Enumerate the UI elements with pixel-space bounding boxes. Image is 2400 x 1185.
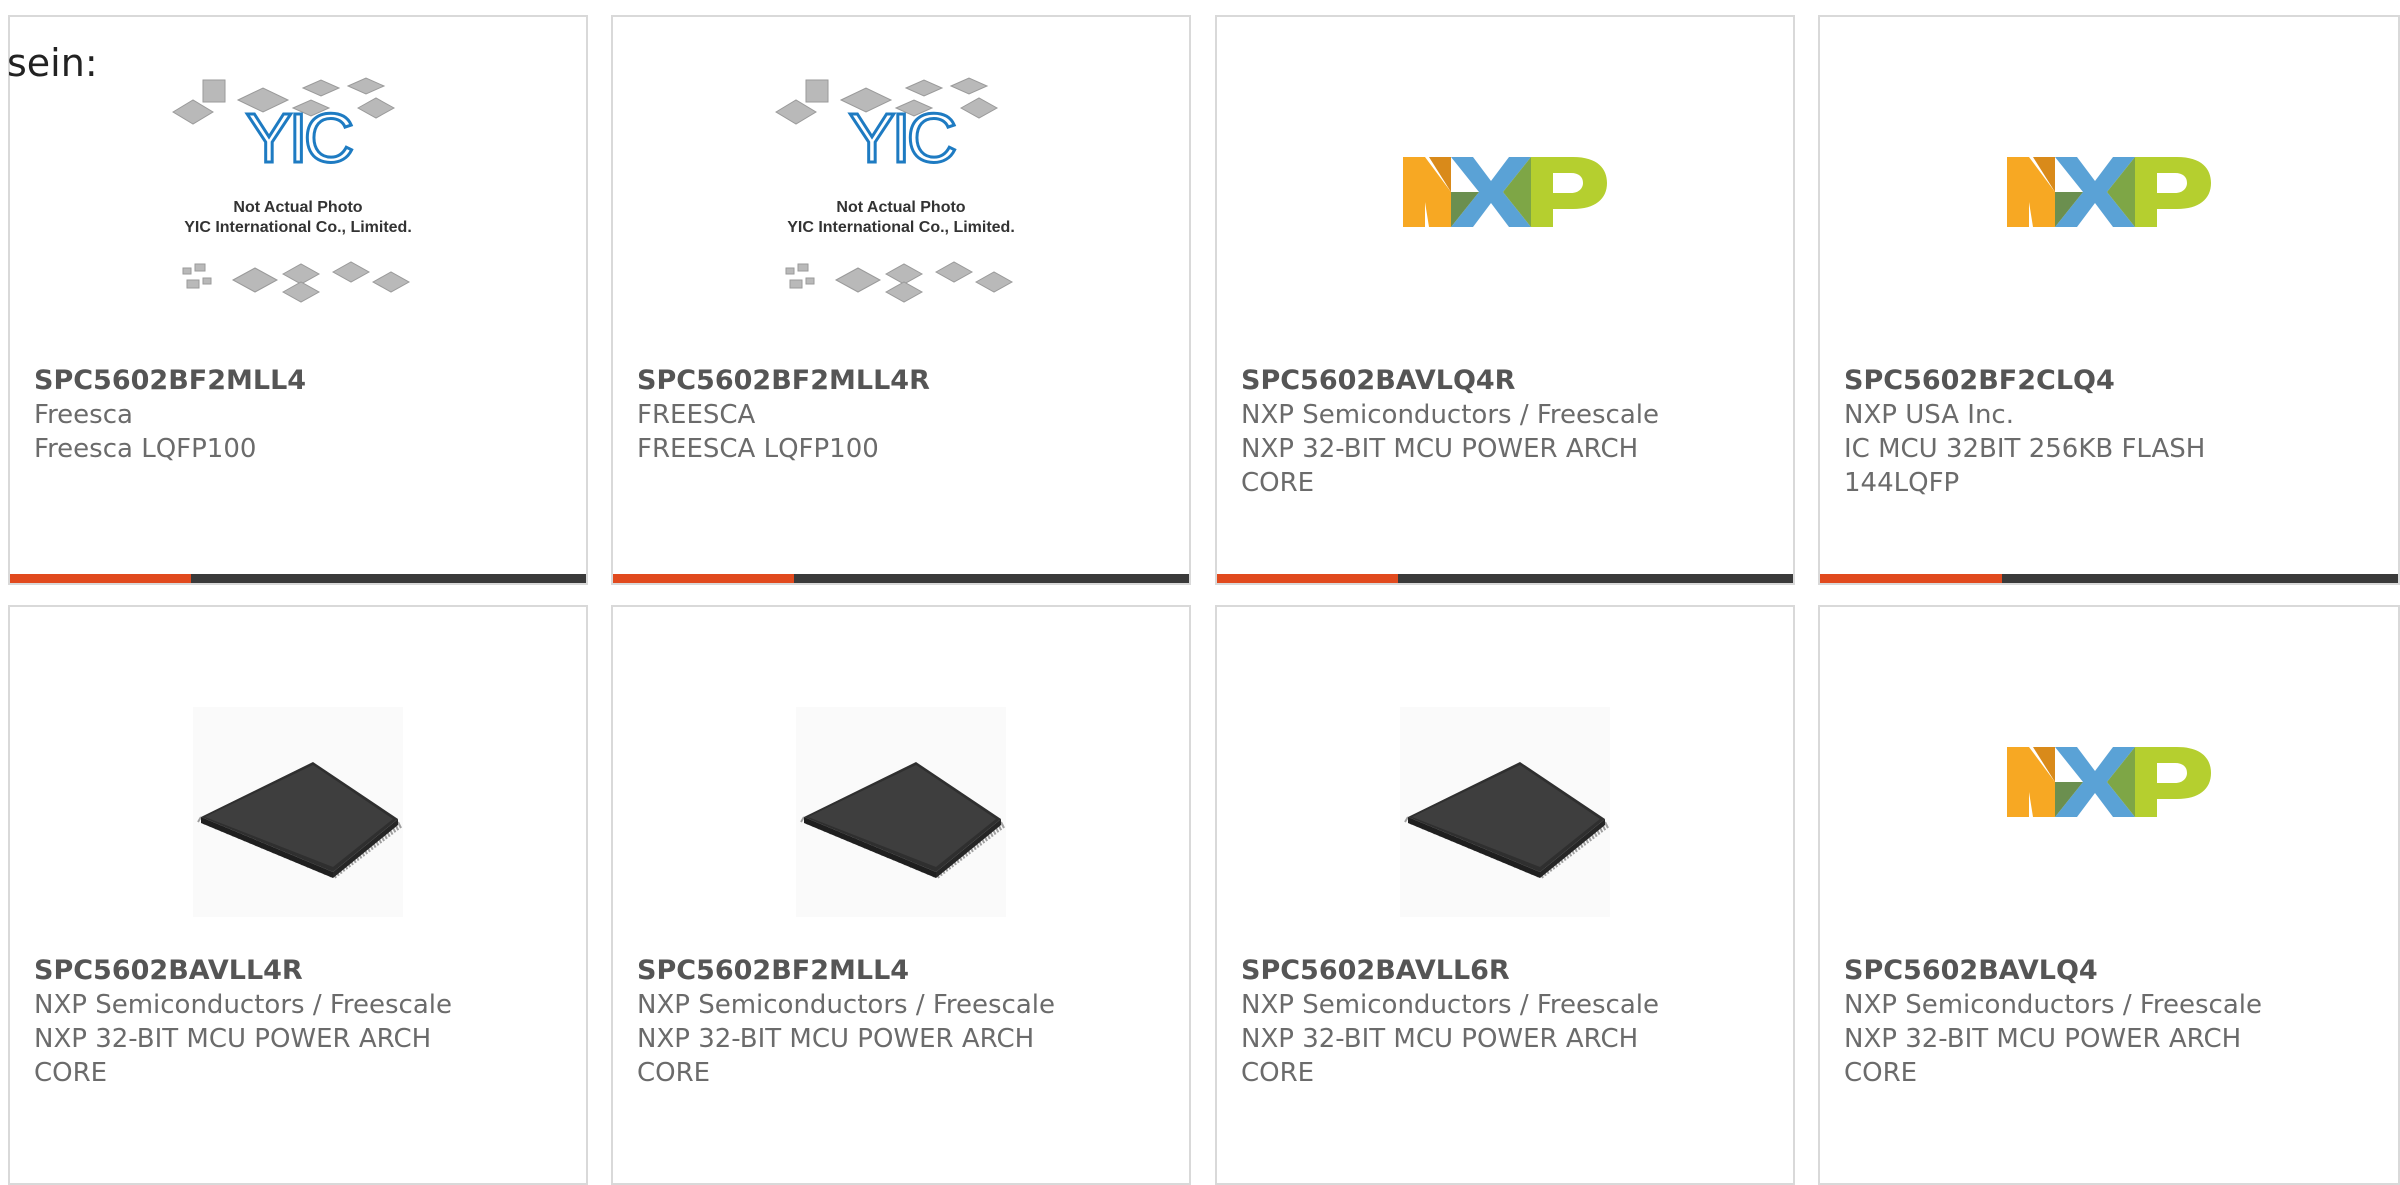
manufacturer-text: NXP Semiconductors / Freescale: [1241, 990, 1660, 1020]
product-card[interactable]: SPC5602BAVLL6R NXP Semiconductors / Free…: [1215, 605, 1795, 1185]
product-image[interactable]: [1217, 17, 1793, 367]
manufacturer-text: NXP Semiconductors / Freescale: [34, 990, 453, 1020]
description-text: NXP 32-BIT MCU POWER ARCH CORE: [34, 1024, 432, 1088]
manufacturer-text: Freesca: [34, 400, 133, 430]
manufacturer-text: NXP Semiconductors / Freescale: [637, 990, 1056, 1020]
manufacturer-text: NXP USA Inc.: [1844, 400, 2014, 430]
product-card[interactable]: SPC5602BAVLQ4 NXP Semiconductors / Frees…: [1818, 605, 2400, 1185]
product-grid: YIC Not Actual Photo YIC International C…: [0, 0, 2400, 1185]
nxp-logo-icon: [1403, 157, 1607, 227]
product-image[interactable]: YIC Not Actual Photo YIC International C…: [613, 17, 1189, 367]
product-card[interactable]: YIC Not Actual Photo YIC International C…: [611, 15, 1191, 585]
manufacturer-text: NXP Semiconductors / Freescale: [1241, 400, 1660, 430]
card-accent: [10, 574, 192, 583]
product-card[interactable]: SPC5602BAVLL4R NXP Semiconductors / Free…: [8, 605, 588, 1185]
nxp-logo-icon: [2007, 157, 2211, 227]
lqfp-chip-icon: [193, 707, 403, 917]
yic-caption-line1: Not Actual Photo: [836, 199, 965, 216]
yic-caption-line2: YIC International Co., Limited.: [787, 219, 1015, 236]
manufacturer-text: NXP Semiconductors / Freescale: [1844, 990, 2263, 1020]
card-progress-bar: [1217, 574, 1793, 583]
product-card[interactable]: YIC Not Actual Photo YIC International C…: [8, 15, 588, 585]
intro-text: sein:: [7, 41, 98, 85]
description-text: NXP 32-BIT MCU POWER ARCH CORE: [1844, 1024, 2242, 1088]
part-number-link[interactable]: SPC5602BF2CLQ4: [1844, 364, 2378, 398]
product-card[interactable]: SPC5602BAVLQ4R NXP Semiconductors / Free…: [1215, 15, 1795, 585]
part-number-link[interactable]: SPC5602BAVLL4R: [34, 954, 566, 988]
yic-caption-line1: Not Actual Photo: [233, 199, 362, 216]
product-card[interactable]: SPC5602BF2CLQ4 NXP USA Inc. IC MCU 32BIT…: [1818, 15, 2400, 585]
card-progress-bar: [10, 574, 586, 583]
card-accent: [1820, 574, 2003, 583]
card-accent: [613, 574, 795, 583]
nxp-logo-icon: [2007, 747, 2211, 817]
product-image[interactable]: [1217, 667, 1793, 957]
card-accent: [1217, 574, 1399, 583]
lqfp-chip-icon: [1400, 707, 1610, 917]
part-number-link[interactable]: SPC5602BF2MLL4R: [637, 364, 1169, 398]
description-text: NXP 32-BIT MCU POWER ARCH CORE: [637, 1024, 1035, 1088]
svg-text:YIC: YIC: [246, 99, 352, 177]
part-number-link[interactable]: SPC5602BF2MLL4: [637, 954, 1169, 988]
product-card[interactable]: SPC5602BF2MLL4 NXP Semiconductors / Free…: [611, 605, 1191, 1185]
product-image[interactable]: [1820, 607, 2398, 957]
svg-text:YIC: YIC: [849, 99, 955, 177]
card-progress-bar: [613, 574, 1189, 583]
description-text: Freesca LQFP100: [34, 434, 257, 464]
part-number-link[interactable]: SPC5602BAVLQ4R: [1241, 364, 1773, 398]
manufacturer-text: FREESCA: [637, 400, 756, 430]
card-progress-bar: [1820, 574, 2398, 583]
product-image[interactable]: [1820, 17, 2398, 367]
yic-placeholder-icon: YIC Not Actual Photo YIC International C…: [172, 77, 412, 303]
part-number-link[interactable]: SPC5602BF2MLL4: [34, 364, 566, 398]
description-text: NXP 32-BIT MCU POWER ARCH CORE: [1241, 434, 1639, 498]
lqfp-chip-icon: [796, 707, 1006, 917]
description-text: IC MCU 32BIT 256KB FLASH 144LQFP: [1844, 434, 2206, 498]
product-image[interactable]: [613, 667, 1189, 957]
part-number-link[interactable]: SPC5602BAVLQ4: [1844, 954, 2378, 988]
product-image[interactable]: [10, 667, 586, 957]
yic-caption-line2: YIC International Co., Limited.: [184, 219, 412, 236]
description-text: FREESCA LQFP100: [637, 434, 879, 464]
description-text: NXP 32-BIT MCU POWER ARCH CORE: [1241, 1024, 1639, 1088]
yic-placeholder-icon: YIC Not Actual Photo YIC International C…: [775, 77, 1015, 303]
part-number-link[interactable]: SPC5602BAVLL6R: [1241, 954, 1773, 988]
